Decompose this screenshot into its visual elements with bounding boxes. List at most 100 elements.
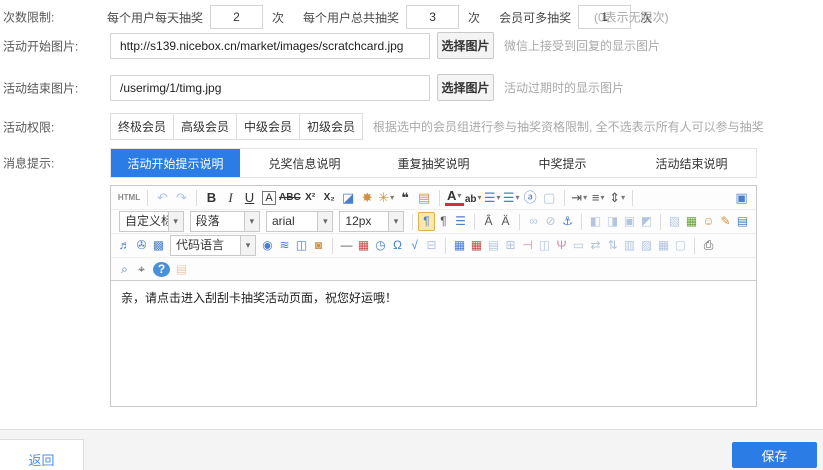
ordered-list-icon[interactable]: ☰ bbox=[483, 188, 502, 207]
lowercase-icon[interactable]: Ä bbox=[497, 212, 514, 231]
print-icon[interactable]: ⎙ bbox=[700, 236, 717, 255]
delete-table-icon[interactable]: ▦ bbox=[468, 236, 485, 255]
tab-activity-start-note[interactable]: 活动开始提示说明 bbox=[111, 149, 240, 177]
tab-activity-end-note[interactable]: 活动结束说明 bbox=[627, 149, 756, 177]
horizontal-rule-icon[interactable]: — bbox=[338, 236, 355, 255]
delete-col-icon[interactable]: Ψ bbox=[553, 236, 570, 255]
page-break-icon[interactable]: ⊟ bbox=[423, 236, 440, 255]
redo-icon[interactable]: ↷ bbox=[172, 188, 191, 207]
bold-icon[interactable]: B bbox=[202, 188, 221, 207]
auto-typeset-icon[interactable]: ✳ bbox=[377, 188, 396, 207]
attachment-icon[interactable]: ✇ bbox=[133, 236, 150, 255]
video-icon[interactable]: ▤ bbox=[734, 212, 751, 231]
paragraph-style-select[interactable]: 自定义标题 bbox=[119, 211, 184, 232]
limit-count-input[interactable] bbox=[210, 5, 263, 29]
start-image-pick-button[interactable]: 选择图片 bbox=[437, 32, 494, 59]
paragraph-rtl-icon[interactable]: ¶ bbox=[435, 212, 452, 231]
save-button[interactable]: 保存 bbox=[732, 442, 817, 468]
formula-icon[interactable]: √ bbox=[406, 236, 423, 255]
superscript-icon[interactable]: X² bbox=[301, 188, 320, 207]
end-image-pick-button[interactable]: 选择图片 bbox=[437, 74, 494, 101]
new-page-icon[interactable]: ▢ bbox=[540, 188, 559, 207]
anchor-ref-icon[interactable]: ⓐ bbox=[521, 188, 540, 207]
special-char-icon[interactable]: Ω bbox=[389, 236, 406, 255]
date-icon[interactable]: ▦ bbox=[355, 236, 372, 255]
line-height-icon[interactable]: ⇕ bbox=[608, 188, 627, 207]
permission-senior-member[interactable]: 高级会员 bbox=[173, 113, 237, 140]
insert-col-icon[interactable]: ◫ bbox=[536, 236, 553, 255]
image-manager-icon[interactable]: ▦ bbox=[683, 212, 700, 231]
paste-plain-icon[interactable]: ▤ bbox=[415, 188, 434, 207]
insert-table-icon[interactable]: ▦ bbox=[451, 236, 468, 255]
blockquote-icon[interactable]: ❝ bbox=[396, 188, 415, 207]
end-image-url-input[interactable] bbox=[110, 75, 430, 101]
underline-icon[interactable]: U bbox=[240, 188, 259, 207]
back-button[interactable]: 返回 bbox=[0, 439, 84, 470]
font-border-icon[interactable]: A bbox=[262, 191, 276, 205]
image-float-right-icon[interactable]: ◩ bbox=[638, 212, 655, 231]
doc-icon[interactable]: ▢ bbox=[672, 236, 689, 255]
tab-redeem-info-note[interactable]: 兑奖信息说明 bbox=[240, 149, 369, 177]
tab-repeat-draw-note[interactable]: 重复抽奖说明 bbox=[369, 149, 498, 177]
footer-bar: 返回 保存 bbox=[0, 429, 823, 470]
find-replace-icon[interactable]: ⌖ bbox=[133, 260, 150, 279]
font-family-select[interactable]: arial bbox=[266, 211, 333, 232]
indent-icon[interactable]: ⇥ bbox=[570, 188, 589, 207]
font-color-icon[interactable]: A bbox=[445, 189, 464, 206]
permission-ultimate-member[interactable]: 终极会员 bbox=[110, 113, 174, 140]
music-icon[interactable]: ♬ bbox=[116, 236, 133, 255]
paste-icon[interactable]: ▤ bbox=[173, 260, 190, 279]
italic-icon[interactable]: I bbox=[221, 188, 240, 207]
help-icon[interactable]: ? bbox=[153, 262, 170, 277]
indent-paragraph-icon[interactable]: ¶ bbox=[418, 212, 435, 231]
html-source-icon[interactable]: HTML bbox=[116, 188, 142, 207]
insert-image-icon[interactable]: ▧ bbox=[666, 212, 683, 231]
paragraph-format-select[interactable]: 段落 bbox=[190, 211, 260, 232]
image-float-left-icon[interactable]: ◧ bbox=[587, 212, 604, 231]
split-row-icon[interactable]: ▥ bbox=[621, 236, 638, 255]
time-icon[interactable]: ◷ bbox=[372, 236, 389, 255]
image-center-icon[interactable]: ▣ bbox=[621, 212, 638, 231]
toolbar-row-3: ♬✇▩代码语言◉≋◫◙—▦◷Ω√⊟▦▦▤⊞⊣◫Ψ▭⇄⇅▥▨▦▢⎙ bbox=[111, 234, 756, 258]
undo-icon[interactable]: ↶ bbox=[153, 188, 172, 207]
link-icon[interactable]: ∞ bbox=[525, 212, 542, 231]
font-size-select[interactable]: 12px bbox=[339, 211, 404, 232]
delete-row-icon[interactable]: ⊣ bbox=[519, 236, 536, 255]
unordered-list-icon[interactable]: ☰ bbox=[502, 188, 521, 207]
merge-right-icon[interactable]: ⇄ bbox=[587, 236, 604, 255]
code-language-select[interactable]: 代码语言 bbox=[170, 235, 256, 256]
strikethrough-icon[interactable]: ABC bbox=[279, 188, 301, 207]
start-image-url-input[interactable] bbox=[110, 33, 430, 59]
merge-cells-icon[interactable]: ▭ bbox=[570, 236, 587, 255]
scrawl-icon[interactable]: ✎ bbox=[717, 212, 734, 231]
align-icon[interactable]: ≡ bbox=[589, 188, 608, 207]
fullscreen-icon[interactable]: ▣ bbox=[732, 188, 751, 207]
eraser-icon[interactable]: ◪ bbox=[339, 188, 358, 207]
emotion-icon[interactable]: ☺ bbox=[700, 212, 717, 231]
limit-count-input[interactable] bbox=[406, 5, 459, 29]
permission-middle-member[interactable]: 中级会员 bbox=[236, 113, 300, 140]
tab-win-prize-note[interactable]: 中奖提示 bbox=[498, 149, 627, 177]
search-icon[interactable]: ⌕ bbox=[116, 260, 133, 279]
insert-code-icon[interactable]: ◉ bbox=[259, 236, 276, 255]
map-icon[interactable]: ▩ bbox=[150, 236, 167, 255]
insert-column-icon[interactable]: ◫ bbox=[293, 236, 310, 255]
table-header-icon[interactable]: ▤ bbox=[485, 236, 502, 255]
anchor-icon[interactable]: ⚓ bbox=[559, 212, 576, 231]
split-col-icon[interactable]: ▨ bbox=[638, 236, 655, 255]
permission-junior-member[interactable]: 初级会员 bbox=[299, 113, 363, 140]
quick-format-icon[interactable]: ≋ bbox=[276, 236, 293, 255]
uppercase-icon[interactable]: Â bbox=[480, 212, 497, 231]
editor-content[interactable]: 亲，请点击进入刮刮卡抽奖活动页面，祝您好运哦！ bbox=[111, 281, 756, 315]
table-full-icon[interactable]: ▦ bbox=[655, 236, 672, 255]
format-brush-icon[interactable]: ✸ bbox=[358, 188, 377, 207]
highlight-color-icon[interactable]: ab bbox=[464, 188, 483, 207]
image-inline-icon[interactable]: ◨ bbox=[604, 212, 621, 231]
snapshot-icon[interactable]: ◙ bbox=[310, 236, 327, 255]
merge-paragraph-icon[interactable]: ☰ bbox=[452, 212, 469, 231]
permission-label: 活动权限: bbox=[3, 118, 54, 135]
subscript-icon[interactable]: X₂ bbox=[320, 188, 339, 207]
insert-row-icon[interactable]: ⊞ bbox=[502, 236, 519, 255]
merge-down-icon[interactable]: ⇅ bbox=[604, 236, 621, 255]
unlink-icon[interactable]: ⊘ bbox=[542, 212, 559, 231]
